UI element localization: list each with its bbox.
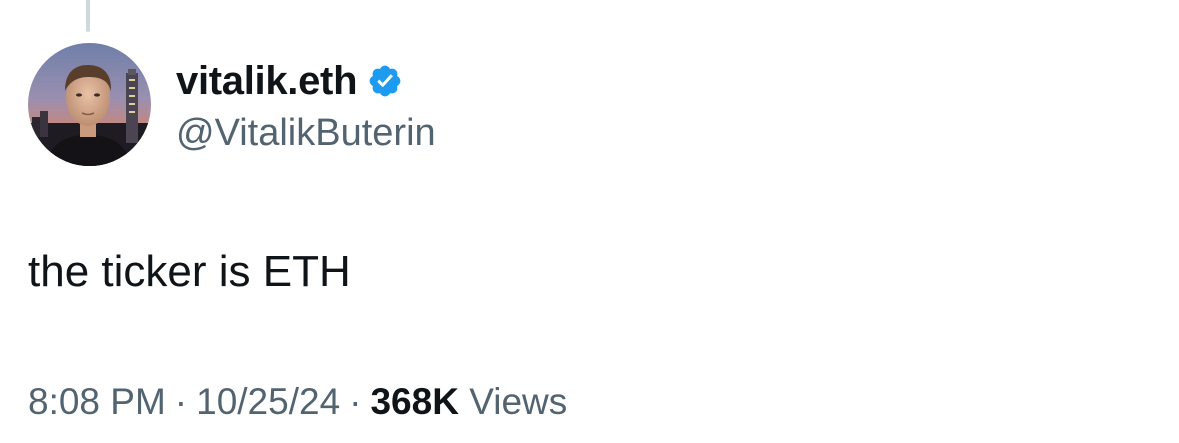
thread-connector-line [86, 0, 90, 32]
views-label: Views [469, 381, 568, 422]
views-count: 368K [370, 381, 459, 422]
tweet-meta: 8:08 PM · 10/25/24 · 368K Views [28, 378, 567, 426]
author-name-row: vitalik.eth [176, 56, 403, 106]
author-display-name[interactable]: vitalik.eth [176, 56, 358, 106]
author-handle[interactable]: @VitalikButerin [176, 110, 436, 156]
tweet-text: the ticker is ETH [28, 247, 351, 296]
tweet-detail: vitalik.eth @VitalikButerin the ticker i… [0, 0, 1179, 443]
avatar-photo [28, 43, 151, 166]
verified-badge-icon[interactable] [367, 63, 403, 99]
tweet-date[interactable]: 10/25/24 [196, 381, 340, 422]
meta-separator: · [349, 381, 362, 422]
tweet-time[interactable]: 8:08 PM [28, 381, 166, 422]
meta-separator: · [174, 381, 188, 422]
avatar[interactable] [28, 43, 151, 166]
